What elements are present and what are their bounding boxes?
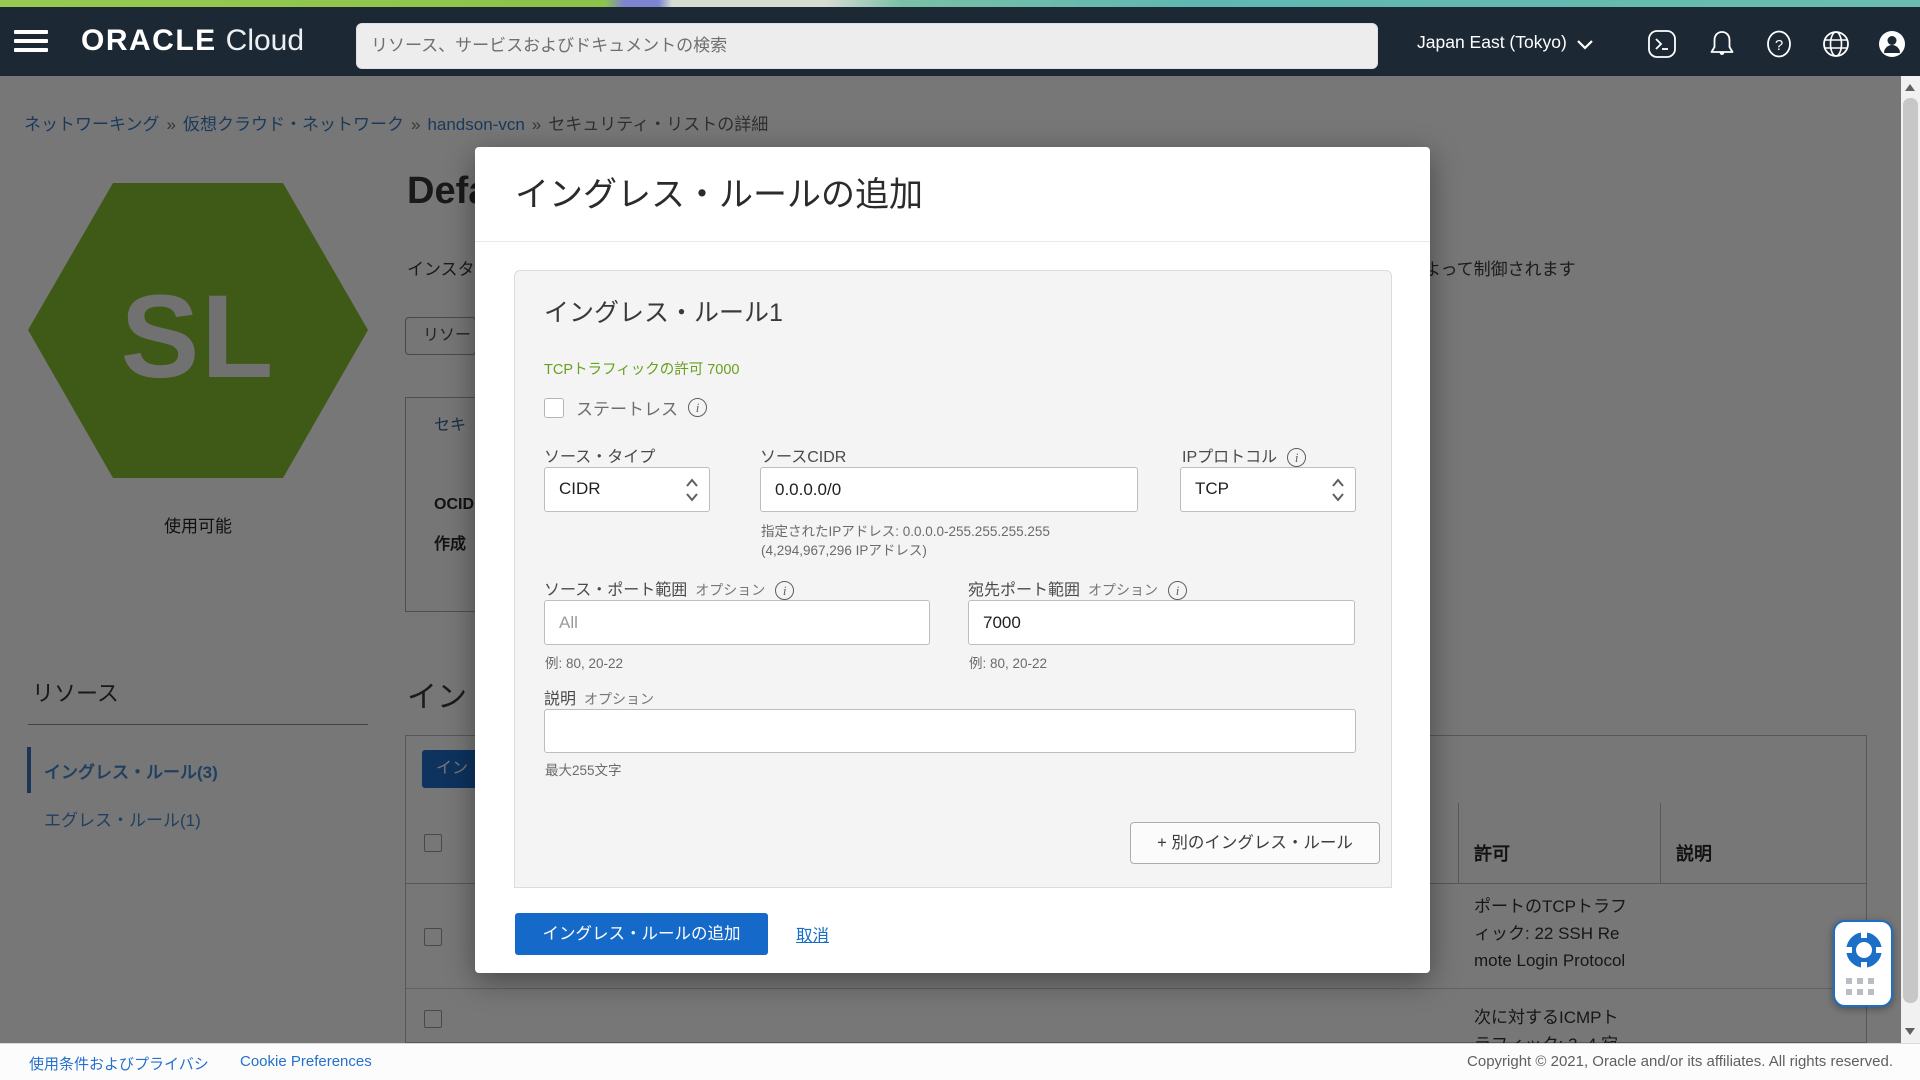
stateless-label: ステートレス xyxy=(576,400,678,419)
region-label: Japan East (Tokyo) xyxy=(1417,32,1567,52)
info-icon[interactable]: i xyxy=(775,581,794,600)
copyright-text: Copyright © 2021, Oracle and/or its affi… xyxy=(1467,1053,1893,1070)
destination-port-helper: 例: 80, 20-22 xyxy=(969,652,1047,672)
hamburger-menu-icon[interactable] xyxy=(14,26,50,56)
info-icon[interactable]: i xyxy=(1168,581,1187,600)
logo-oracle-text: ORACLE xyxy=(81,24,217,57)
oracle-cloud-logo[interactable]: ORACLE Cloud xyxy=(81,24,304,58)
logo-cloud-text: Cloud xyxy=(226,24,304,57)
destination-port-label: 宛先ポート範囲オプションi xyxy=(968,576,1187,600)
source-cidr-input[interactable] xyxy=(761,468,1137,511)
ingress-rule-card: イングレス・ルール1 TCPトラフィックの許可 7000 ステートレス i ソース… xyxy=(514,270,1392,888)
destination-port-input[interactable] xyxy=(969,601,1354,644)
stateless-checkbox[interactable] xyxy=(544,398,564,418)
cookie-preferences-link[interactable]: Cookie Preferences xyxy=(240,1053,372,1070)
vertical-scrollbar[interactable] xyxy=(1901,76,1920,1043)
scrollbar-thumb[interactable] xyxy=(1903,98,1918,1003)
info-icon[interactable]: i xyxy=(1287,448,1306,467)
cloud-shell-icon[interactable] xyxy=(1646,28,1678,60)
rule-summary-text: TCPトラフィックの許可 7000 xyxy=(544,358,740,379)
terms-privacy-link[interactable]: 使用条件およびプライバシ xyxy=(29,1053,209,1074)
source-cidr-field xyxy=(760,467,1138,512)
source-port-input[interactable] xyxy=(545,601,929,644)
drag-dots-icon xyxy=(1846,978,1882,995)
dialog-header-divider xyxy=(475,241,1430,242)
assistant-widget[interactable] xyxy=(1833,920,1893,1007)
help-question-icon[interactable]: ? xyxy=(1763,28,1795,60)
description-helper: 最大255文字 xyxy=(545,759,622,779)
top-gradient-bar xyxy=(0,0,1920,7)
source-type-select[interactable]: CIDR xyxy=(544,467,710,512)
scroll-up-arrow-icon[interactable] xyxy=(1905,84,1915,91)
chevron-down-icon xyxy=(1576,39,1594,51)
page-footer: 使用条件およびプライバシ Cookie Preferences Copyrigh… xyxy=(0,1043,1920,1080)
description-field xyxy=(544,709,1356,753)
dialog-title: イングレス・ルールの追加 xyxy=(515,167,923,216)
select-chevrons-icon xyxy=(1331,477,1345,503)
user-profile-icon[interactable] xyxy=(1876,28,1908,60)
language-globe-icon[interactable] xyxy=(1820,28,1852,60)
ip-protocol-label: IPプロトコルi xyxy=(1182,443,1306,467)
destination-port-field xyxy=(968,600,1355,645)
scroll-down-arrow-icon[interactable] xyxy=(1905,1028,1915,1035)
add-another-rule-button[interactable]: + 別のイングレス・ルール xyxy=(1130,822,1380,864)
description-label: 説明オプション xyxy=(544,685,654,709)
source-port-label: ソース・ポート範囲オプションi xyxy=(544,576,794,600)
stateless-row: ステートレス i xyxy=(544,395,707,419)
rule-section-title: イングレス・ルール1 xyxy=(544,293,783,329)
life-ring-icon xyxy=(1843,929,1885,971)
source-port-helper: 例: 80, 20-22 xyxy=(545,652,623,672)
region-selector[interactable]: Japan East (Tokyo) xyxy=(1417,32,1594,53)
source-port-field xyxy=(544,600,930,645)
info-icon[interactable]: i xyxy=(688,398,707,417)
svg-text:?: ? xyxy=(1775,37,1783,54)
cidr-helper-line1: 指定されたIPアドレス: 0.0.0.0-255.255.255.255 xyxy=(761,520,1050,540)
submit-add-ingress-rules-button[interactable]: イングレス・ルールの追加 xyxy=(515,913,768,955)
cancel-link[interactable]: 取消 xyxy=(796,922,829,946)
ip-protocol-select[interactable]: TCP xyxy=(1180,467,1356,512)
global-search xyxy=(356,23,1378,69)
description-input[interactable] xyxy=(545,710,1355,752)
select-chevrons-icon xyxy=(685,477,699,503)
oracle-cloud-console: ORACLECloud Japan East (Tokyo) ? ネットワーキン… xyxy=(0,0,1920,1080)
search-input[interactable] xyxy=(357,24,1377,68)
cidr-helper-line2: (4,294,967,296 IPアドレス) xyxy=(761,539,927,559)
source-type-label: ソース・タイプ xyxy=(544,443,655,467)
source-cidr-label: ソースCIDR xyxy=(760,443,846,467)
top-navigation-bar: ORACLE Cloud Japan East (Tokyo) ? xyxy=(0,7,1920,76)
add-ingress-rule-dialog: イングレス・ルールの追加 イングレス・ルール1 TCPトラフィックの許可 700… xyxy=(475,147,1430,973)
notifications-bell-icon[interactable] xyxy=(1706,28,1738,60)
